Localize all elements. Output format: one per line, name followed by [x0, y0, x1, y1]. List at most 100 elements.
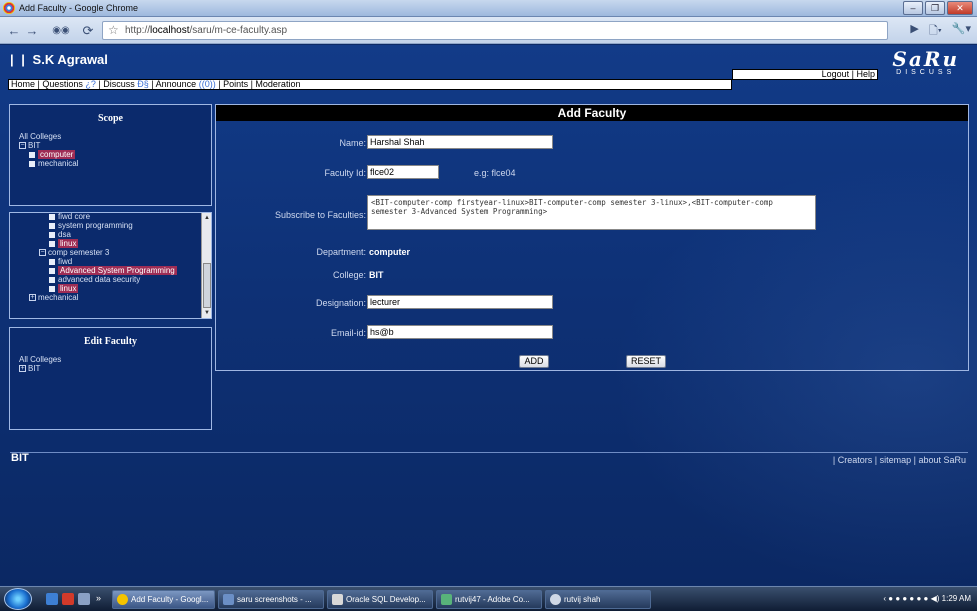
close-button[interactable]: ✕	[947, 1, 973, 15]
tree-item-label[interactable]: linux	[58, 284, 79, 293]
tree-item: fiwd	[19, 257, 211, 266]
logo-subtext: DISCUSS	[896, 69, 956, 76]
bookmark-star-icon[interactable]: ☆	[108, 22, 119, 39]
minimize-button[interactable]: –	[903, 1, 923, 15]
designation-label: Designation:	[315, 298, 366, 308]
scroll-up-icon[interactable]: ▲	[202, 215, 211, 221]
mail-icon[interactable]	[62, 593, 74, 605]
tree-item-label[interactable]: system programming	[58, 221, 133, 230]
taskbar-item[interactable]: rutvij shah	[545, 590, 651, 609]
menu-discuss[interactable]: Discuss	[103, 79, 135, 89]
header-divider: |	[21, 52, 25, 67]
taskbar-item[interactable]: saru screenshots - ...	[218, 590, 324, 609]
footer-links: | Creators | sitemap | about SaRu	[832, 455, 966, 465]
scroll-down-icon[interactable]: ▼	[202, 310, 211, 316]
questions-badge: ¿?	[85, 79, 96, 89]
tree-group-label[interactable]: mechanical	[38, 293, 78, 302]
play-icon[interactable]: ▶	[910, 22, 918, 41]
extension-icon[interactable]: ◉◉	[46, 22, 76, 39]
chat-icon	[550, 594, 561, 605]
reload-icon[interactable]: ⟳	[80, 22, 96, 39]
clock: 1:29 AM	[941, 594, 971, 603]
account-links: Logout | Help	[732, 69, 878, 80]
add-faculty-form: Add Faculty Name: Harshal Shah Faculty I…	[215, 104, 969, 371]
menu-points[interactable]: Points	[223, 79, 248, 89]
saru-logo: SaRu DISCUSS	[892, 47, 959, 76]
collapse-icon[interactable]: −	[39, 249, 46, 257]
tree-item-computer[interactable]: computer	[38, 150, 76, 159]
menu-moderation[interactable]: Moderation	[255, 79, 300, 89]
reset-button[interactable]: RESET	[626, 355, 666, 368]
document-icon	[29, 151, 35, 158]
tree-item-label[interactable]: fiwd	[58, 257, 72, 266]
taskbar-item-label: Add Faculty - Googl...	[131, 595, 209, 604]
designation-input[interactable]: lecturer	[367, 295, 553, 309]
tree-item-mechanical[interactable]: mechanical	[38, 159, 78, 168]
expand-icon[interactable]: +	[29, 294, 36, 302]
tree-item-label[interactable]: advanced data security	[58, 275, 140, 284]
email-label: Email-id:	[330, 328, 366, 338]
tree-item-label[interactable]: fiwd core	[58, 213, 90, 221]
address-bar[interactable]: ☆ http://localhost/saru/m-ce-faculty.asp	[102, 21, 888, 40]
forward-icon[interactable]: →	[24, 22, 40, 39]
tree-college: − BIT	[19, 141, 211, 150]
main-menu: Home | Questions ¿? | Discuss Ð§ | Annou…	[8, 79, 732, 90]
tree-group: + mechanical	[19, 293, 211, 302]
announce-badge: ((0))	[198, 79, 216, 89]
form-heading: Add Faculty	[216, 105, 968, 121]
tray-icons[interactable]: ‹ ● ● ● ● ● ● ◀)	[883, 594, 939, 603]
start-button[interactable]	[4, 588, 32, 610]
sitemap-link[interactable]: sitemap	[880, 455, 912, 465]
tree-item: linux	[19, 284, 211, 293]
tree-college-label[interactable]: BIT	[28, 141, 40, 150]
expand-icon[interactable]: +	[19, 365, 26, 373]
chevron-right-icon[interactable]: »	[96, 593, 108, 605]
creators-link[interactable]: Creators	[838, 455, 873, 465]
taskbar-item[interactable]: Oracle SQL Develop...	[327, 590, 433, 609]
tree-item-label[interactable]: linux	[58, 239, 79, 248]
name-input[interactable]: Harshal Shah	[367, 135, 553, 149]
taskbar-item[interactable]: rutvij47 - Adobe Co...	[436, 590, 542, 609]
email-input[interactable]: hs@b	[367, 325, 553, 339]
oracle-icon	[332, 594, 343, 605]
document-icon	[49, 231, 55, 238]
help-link[interactable]: Help	[856, 69, 875, 79]
show-desktop-icon[interactable]	[46, 593, 58, 605]
wrench-icon[interactable]: 🔧▾	[952, 22, 971, 41]
menu-announce[interactable]: Announce	[156, 79, 197, 89]
tree-item-label[interactable]: Advanced System Programming	[58, 266, 177, 275]
tree-group-label[interactable]: comp semester 3	[48, 248, 109, 257]
scope-panel: Scope All Colleges − BIT computer mechani…	[9, 104, 212, 206]
tree-scrollbar[interactable]: ▲ ▼	[201, 213, 211, 318]
subscribe-textarea[interactable]: <BIT-computer-comp firstyear-linux>BIT-c…	[367, 195, 816, 230]
user-name: S.K Agrawal	[32, 52, 108, 67]
collapse-icon[interactable]: −	[19, 142, 26, 150]
tree-all-colleges[interactable]: All Colleges	[19, 132, 211, 141]
tree-item-label[interactable]: dsa	[58, 230, 71, 239]
back-icon[interactable]: ←	[6, 22, 22, 39]
scrollbar-thumb[interactable]	[203, 263, 211, 308]
edit-faculty-panel: Edit Faculty All Colleges + BIT	[9, 327, 212, 430]
quicklaunch-icon[interactable]	[78, 593, 90, 605]
window-titlebar: Add Faculty - Google Chrome – ❐ ✕	[0, 0, 977, 17]
faculty-tree-panel[interactable]: fiwd core system programming dsa linux −…	[9, 212, 212, 319]
menu-home[interactable]: Home	[11, 79, 35, 89]
document-icon	[49, 267, 55, 274]
add-button[interactable]: ADD	[519, 355, 549, 368]
tree-college-label[interactable]: BIT	[28, 364, 40, 373]
taskbar-item[interactable]: Add Faculty - Googl...	[112, 590, 215, 609]
logout-link[interactable]: Logout	[822, 69, 850, 79]
about-link[interactable]: about SaRu	[918, 455, 966, 465]
maximize-button[interactable]: ❐	[925, 1, 945, 15]
tree-all-colleges[interactable]: All Colleges	[19, 355, 211, 364]
chrome-icon	[117, 594, 128, 605]
menu-questions[interactable]: Questions	[42, 79, 83, 89]
page-menu-icon[interactable]: 🗋▾	[929, 22, 942, 41]
document-icon	[49, 258, 55, 265]
subscribe-label: Subscribe to Faculties:	[274, 210, 366, 220]
name-label: Name:	[339, 138, 366, 148]
tree-item: dsa	[19, 230, 211, 239]
document-icon	[49, 213, 55, 220]
department-label: Department:	[316, 247, 366, 257]
faculty-id-input[interactable]: flce02	[367, 165, 439, 179]
